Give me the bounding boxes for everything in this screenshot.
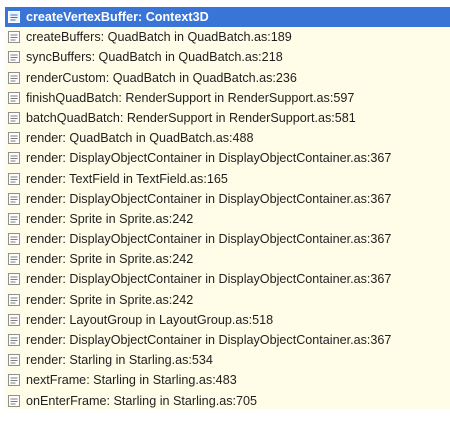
stack-frame-label: nextFrame: Starling in Starling.as:483 — [26, 373, 237, 388]
stack-frame-icon — [8, 51, 20, 64]
stack-frame-icon — [8, 354, 20, 367]
stack-frame-row[interactable]: render: Sprite in Sprite.as:242 — [5, 290, 450, 310]
stack-frame-icon — [8, 233, 20, 246]
stack-frame-row[interactable]: syncBuffers: QuadBatch in QuadBatch.as:2… — [5, 47, 450, 67]
stack-frame-row[interactable]: renderCustom: QuadBatch in QuadBatch.as:… — [5, 68, 450, 88]
stack-frame-row[interactable]: render: DisplayObjectContainer in Displa… — [5, 269, 450, 289]
call-stack-list[interactable]: createVertexBuffer: Context3D createBuff… — [5, 7, 450, 409]
stack-frame-label: render: TextField in TextField.as:165 — [26, 171, 228, 186]
stack-frame-label: batchQuadBatch: RenderSupport in RenderS… — [26, 110, 356, 125]
stack-frame-label: render: DisplayObjectContainer in Displa… — [26, 333, 392, 347]
stack-frame-icon — [8, 212, 20, 225]
stack-frame-row[interactable]: batchQuadBatch: RenderSupport in RenderS… — [5, 108, 450, 128]
stack-frame-icon — [8, 334, 20, 346]
stack-frame-icon — [8, 374, 20, 387]
stack-frame-label: render: DisplayObjectContainer in Displa… — [26, 151, 392, 166]
stack-frame-row[interactable]: render: DisplayObjectContainer in Displa… — [5, 229, 450, 249]
call-stack-panel: createVertexBuffer: Context3D createBuff… — [0, 0, 450, 426]
stack-frame-label: render: QuadBatch in QuadBatch.as:488 — [26, 131, 254, 146]
stack-frame-label: onEnterFrame: Starling in Starling.as:70… — [26, 393, 258, 408]
stack-frame-row[interactable]: render: DisplayObjectContainer in Displa… — [5, 330, 450, 350]
stack-frame-row[interactable]: render: Sprite in Sprite.as:242 — [5, 209, 450, 229]
stack-frame-row[interactable]: finishQuadBatch: RenderSupport in Render… — [5, 88, 450, 108]
stack-frame-label: render: DisplayObjectContainer in Displa… — [26, 272, 392, 287]
stack-frame-label: render: Sprite in Sprite.as:242 — [26, 292, 194, 307]
stack-frame-label: render: DisplayObjectContainer in Displa… — [26, 191, 392, 206]
stack-frame-icon — [8, 111, 20, 124]
stack-frame-row[interactable]: createBuffers: QuadBatch in QuadBatch.as… — [5, 27, 450, 47]
stack-frame-row[interactable]: onEnterFrame: Starling in Starling.as:70… — [5, 391, 450, 409]
stack-frame-icon — [8, 192, 20, 205]
stack-frame-row[interactable]: render: Starling in Starling.as:534 — [5, 350, 450, 370]
stack-frame-icon — [8, 71, 20, 84]
stack-frame-row[interactable]: nextFrame: Starling in Starling.as:483 — [5, 370, 450, 390]
stack-frame-icon — [8, 132, 20, 145]
stack-frame-label: finishQuadBatch: RenderSupport in Render… — [26, 90, 355, 105]
stack-frame-label: render: Sprite in Sprite.as:242 — [26, 252, 194, 267]
stack-frame-icon — [8, 253, 20, 266]
stack-frame-row[interactable]: render: QuadBatch in QuadBatch.as:488 — [5, 128, 450, 148]
stack-frame-label: createVertexBuffer: Context3D — [26, 10, 209, 24]
stack-frame-icon — [8, 11, 20, 23]
stack-frame-row-selected[interactable]: createVertexBuffer: Context3D — [5, 7, 450, 28]
stack-frame-icon — [8, 172, 20, 185]
stack-frame-row[interactable]: render: DisplayObjectContainer in Displa… — [5, 189, 450, 209]
stack-frame-row[interactable]: render: TextField in TextField.as:165 — [5, 169, 450, 189]
stack-frame-row[interactable]: render: DisplayObjectContainer in Displa… — [5, 148, 450, 168]
stack-frame-icon — [8, 273, 20, 286]
stack-frame-icon — [8, 152, 20, 165]
stack-frame-label: render: Sprite in Sprite.as:242 — [26, 211, 194, 226]
stack-frame-label: syncBuffers: QuadBatch in QuadBatch.as:2… — [26, 50, 283, 65]
stack-frame-label: renderCustom: QuadBatch in QuadBatch.as:… — [26, 70, 297, 85]
stack-frame-icon — [8, 394, 20, 407]
stack-frame-icon — [8, 91, 20, 104]
stack-frame-label: render: Starling in Starling.as:534 — [26, 353, 213, 368]
stack-frame-label: render: LayoutGroup in LayoutGroup.as:51… — [26, 312, 274, 327]
stack-frame-row[interactable]: render: LayoutGroup in LayoutGroup.as:51… — [5, 310, 450, 330]
stack-frame-label: render: DisplayObjectContainer in Displa… — [26, 232, 392, 247]
stack-frame-icon — [8, 293, 20, 306]
stack-frame-icon — [8, 31, 20, 44]
stack-frame-icon — [8, 313, 20, 326]
stack-frame-label: createBuffers: QuadBatch in QuadBatch.as… — [26, 30, 292, 45]
stack-frame-row[interactable]: render: Sprite in Sprite.as:242 — [5, 249, 450, 269]
